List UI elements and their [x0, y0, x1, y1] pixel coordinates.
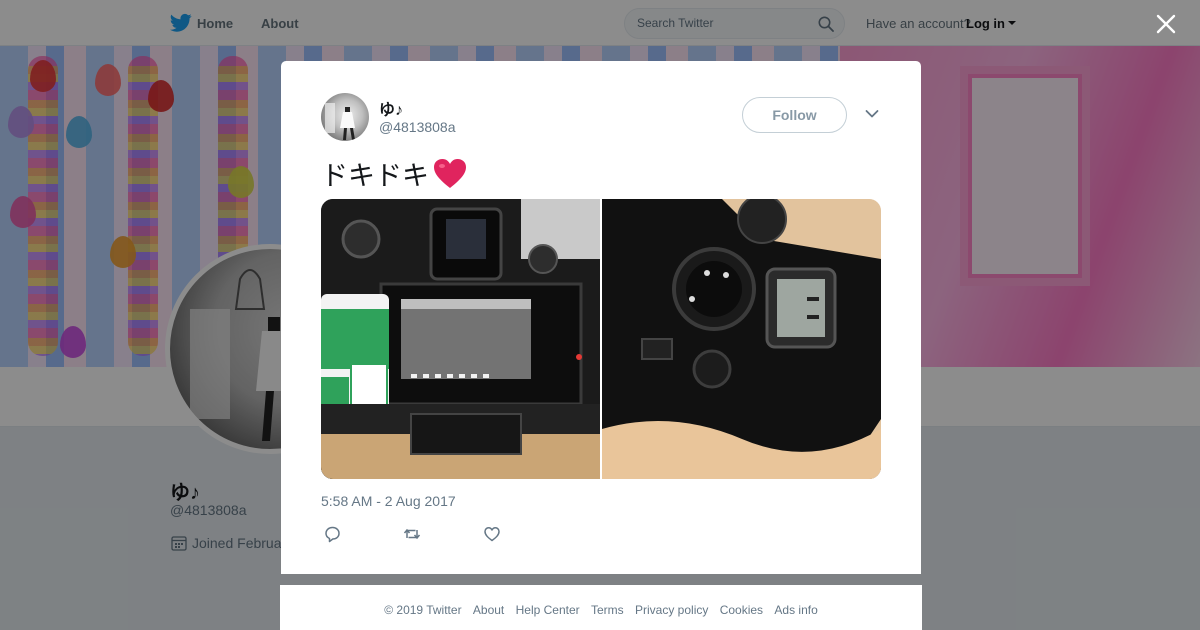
modal-footer: © 2019 Twitter About Help Center Terms P… — [280, 585, 922, 630]
like-icon[interactable] — [483, 525, 501, 543]
footer-link-terms[interactable]: Terms — [591, 603, 624, 617]
camera-top-illustration — [602, 199, 881, 479]
footer-link-privacy-policy[interactable]: Privacy policy — [635, 603, 708, 617]
footer-link-help-center[interactable]: Help Center — [516, 603, 580, 617]
footer-link-about[interactable]: About — [473, 603, 504, 617]
footer-link-ads-info[interactable]: Ads info — [774, 603, 817, 617]
tweet-photo-2[interactable] — [602, 199, 881, 479]
avatar-photo — [325, 103, 355, 140]
tweet-media-grid — [321, 199, 881, 479]
tweet-timestamp[interactable]: 5:58 AM - 2 Aug 2017 — [321, 493, 456, 509]
tweet-author-avatar[interactable] — [321, 93, 369, 141]
footer-link-cookies[interactable]: Cookies — [720, 603, 763, 617]
camera-back-illustration — [321, 199, 600, 479]
tweet-modal: ゆ♪ @4813808a Follow ドキドキ 5:58 AM - 2 Aug… — [281, 61, 921, 574]
tweet-author-handle[interactable]: @4813808a — [379, 119, 456, 135]
tweet-text: ドキドキ — [321, 154, 467, 193]
tweet-photo-1[interactable] — [321, 199, 600, 479]
footer-copyright: © 2019 Twitter — [384, 603, 462, 617]
tweet-text-body: ドキドキ — [321, 161, 429, 192]
tweet-author-name[interactable]: ゆ♪ — [379, 96, 403, 120]
retweet-icon[interactable] — [403, 525, 421, 543]
heart-emoji — [434, 158, 466, 188]
chevron-down-icon[interactable] — [865, 109, 879, 119]
follow-button[interactable]: Follow — [742, 97, 847, 133]
footer-links: © 2019 Twitter About Help Center Terms P… — [280, 603, 922, 617]
close-icon[interactable] — [1155, 13, 1177, 35]
reply-icon[interactable] — [323, 525, 341, 543]
